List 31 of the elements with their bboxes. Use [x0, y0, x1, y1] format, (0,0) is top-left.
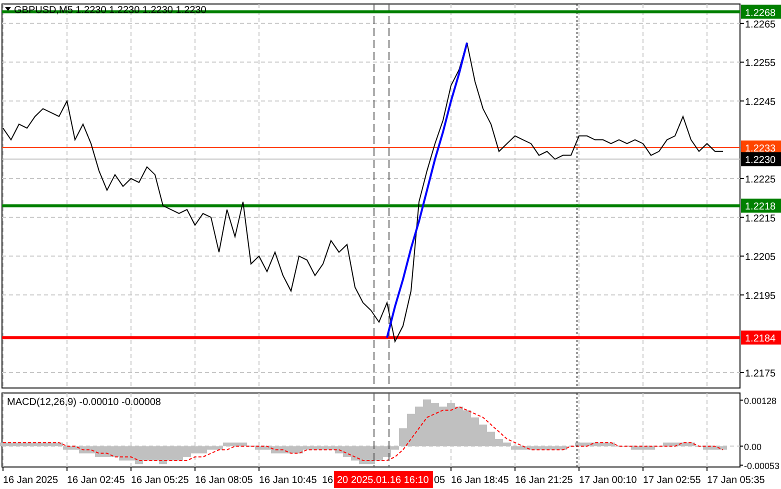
- time-axis-label: 16 Jan 2025: [3, 475, 58, 486]
- time-axis-label: 16 Jan 18:45: [451, 475, 509, 486]
- time-axis-label: 16: [322, 475, 334, 486]
- price-level-value: 1.2230: [745, 155, 776, 166]
- time-axis-label: 17 Jan 05:35: [707, 475, 765, 486]
- price-level-value: 1.2233: [745, 144, 776, 155]
- price-level-value: 1.2184: [745, 334, 776, 345]
- time-axis-label: 16 Jan 05:25: [131, 475, 189, 486]
- price-axis-label: 1.2225: [745, 174, 776, 186]
- price-axis-label: 1.2265: [745, 19, 776, 30]
- price-axis-label: 1.2255: [745, 58, 776, 70]
- price-level-value: 1.2218: [745, 202, 776, 213]
- indicator-label: MACD(12,26,9) -0.00010 -0.00008: [7, 397, 161, 408]
- time-axis-label: 05: [434, 475, 446, 486]
- time-axis-label: 16 Jan 02:45: [67, 475, 125, 486]
- price-axis-label: 1.2245: [745, 96, 776, 108]
- price-axis-label: 1.2205: [745, 252, 776, 264]
- time-axis-label: 16 Jan 21:25: [515, 475, 573, 486]
- indicator-axis-label: 0.00: [744, 442, 762, 452]
- price-axis-label: 1.2215: [745, 213, 776, 224]
- crosshair-time-value: 20: [337, 475, 348, 486]
- time-axis-label: 17 Jan 02:55: [643, 475, 701, 486]
- time-axis-label: 17 Jan 00:10: [579, 475, 637, 486]
- price-axis-label: 1.2175: [745, 368, 776, 380]
- price-axis-label: 1.2195: [745, 290, 776, 302]
- time-axis-label: 16 Jan 08:05: [195, 475, 253, 486]
- indicator-axis-label: 0.00128: [744, 396, 777, 406]
- time-axis-label: 16 Jan 10:45: [259, 475, 317, 486]
- crosshair-time-value: 2025.01.16 16:10: [351, 475, 429, 486]
- price-level-value: 1.2268: [745, 8, 776, 19]
- indicator-axis-label: -0.00053: [744, 461, 780, 472]
